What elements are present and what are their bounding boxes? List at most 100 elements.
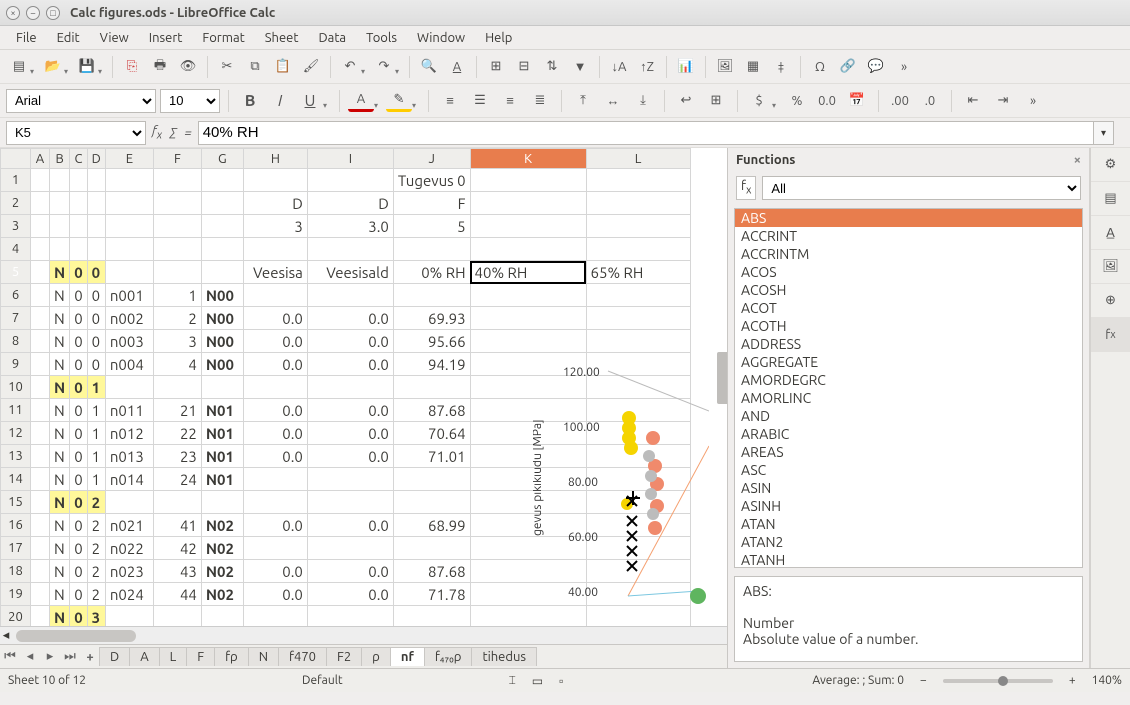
menu-insert[interactable]: Insert	[141, 29, 191, 47]
cell-I13[interactable]: 0.0	[307, 445, 393, 468]
cell-J1[interactable]: Tugevus 0	[393, 169, 470, 192]
cell-K3[interactable]	[470, 215, 586, 238]
cell-L20[interactable]	[586, 606, 690, 627]
fn-item-asinh[interactable]: ASINH	[735, 497, 1082, 515]
new-doc-button[interactable]: ▤	[6, 54, 32, 80]
selection-mode-icon[interactable]: ▭	[532, 674, 543, 688]
menu-file[interactable]: File	[8, 29, 45, 47]
cell-E7[interactable]: n002	[105, 307, 153, 330]
spreadsheet-grid[interactable]: ABCDEFGHIJKL1Tugevus 02DDF333.0545N00Vee…	[0, 148, 691, 626]
row-header-10[interactable]: 10	[1, 376, 31, 399]
cell-I2[interactable]: D	[307, 192, 393, 215]
cell-L14[interactable]	[586, 468, 690, 491]
valign-mid-button[interactable]: ↔	[600, 88, 626, 114]
sheet-tab-fρ[interactable]: fρ	[214, 647, 249, 666]
cell-C15[interactable]: 0	[70, 491, 87, 514]
fmt-overflow-button[interactable]: »	[1020, 88, 1046, 114]
cell-D9[interactable]: 0	[87, 353, 105, 376]
cell-J14[interactable]	[393, 468, 470, 491]
menu-window[interactable]: Window	[409, 29, 473, 47]
cell-B20[interactable]: N	[50, 606, 70, 627]
find-button[interactable]: 🔍	[416, 54, 442, 80]
cell-G13[interactable]: N01	[201, 445, 243, 468]
cell-F9[interactable]: 4	[153, 353, 201, 376]
cell-I16[interactable]: 0.0	[307, 514, 393, 537]
align-justify-button[interactable]: ≣	[527, 88, 553, 114]
cell-H6[interactable]	[243, 284, 307, 307]
cell-G18[interactable]: N02	[201, 560, 243, 583]
row-header-1[interactable]: 1	[1, 169, 31, 192]
cell-D4[interactable]	[87, 238, 105, 261]
indent-dec-button[interactable]: ⇤	[960, 88, 986, 114]
cell-C7[interactable]: 0	[70, 307, 87, 330]
wrap-button[interactable]: ↩	[673, 88, 699, 114]
cell-J3[interactable]: 5	[393, 215, 470, 238]
cell-D18[interactable]: 2	[87, 560, 105, 583]
cell-B8[interactable]: N	[50, 330, 70, 353]
cell-H18[interactable]: 0.0	[243, 560, 307, 583]
cell-L16[interactable]	[586, 514, 690, 537]
cell-C13[interactable]: 0	[70, 445, 87, 468]
col-header-B[interactable]: B	[50, 149, 70, 169]
tab-next-button[interactable]: ▸	[40, 649, 60, 664]
row-header-3[interactable]: 3	[1, 215, 31, 238]
tab-prev-button[interactable]: ◂	[20, 649, 40, 664]
cell-C9[interactable]: 0	[70, 353, 87, 376]
number-format-button[interactable]: 0.0	[814, 88, 840, 114]
cell-B4[interactable]	[50, 238, 70, 261]
sheet-tab-F2[interactable]: F2	[326, 647, 362, 666]
sheet-tab-f470[interactable]: f470	[278, 647, 327, 666]
sidebar-functions-icon[interactable]: fx	[1091, 318, 1130, 352]
sidebar-properties-icon[interactable]: ▤	[1091, 182, 1130, 216]
indent-inc-button[interactable]: ⇥	[990, 88, 1016, 114]
cell-A12[interactable]	[31, 422, 50, 445]
export-pdf-button[interactable]: ⎘	[119, 54, 145, 80]
cell-E12[interactable]: n012	[105, 422, 153, 445]
cell-K10[interactable]	[470, 376, 586, 399]
sheet-tab-f₄₇₀ρ[interactable]: f₄₇₀ρ	[424, 647, 473, 666]
cell-I4[interactable]	[307, 238, 393, 261]
sheet-tab-ρ[interactable]: ρ	[361, 647, 391, 666]
cell-A20[interactable]	[31, 606, 50, 627]
zoom-in-button[interactable]: +	[1069, 674, 1076, 687]
cell-J10[interactable]	[393, 376, 470, 399]
toolbar-overflow-button[interactable]: »	[891, 54, 917, 80]
sum-button[interactable]: ∑	[170, 126, 176, 140]
cell-E16[interactable]: n021	[105, 514, 153, 537]
cell-D2[interactable]	[87, 192, 105, 215]
cell-F14[interactable]: 24	[153, 468, 201, 491]
col-header-H[interactable]: H	[243, 149, 307, 169]
row-header-11[interactable]: 11	[1, 399, 31, 422]
cell-G12[interactable]: N01	[201, 422, 243, 445]
cell-A13[interactable]	[31, 445, 50, 468]
undo-button[interactable]: ↶	[337, 54, 363, 80]
sheet-tab-N[interactable]: N	[248, 647, 279, 666]
zoom-slider[interactable]	[943, 679, 1053, 683]
zoom-out-button[interactable]: −	[920, 674, 927, 687]
cell-H10[interactable]	[243, 376, 307, 399]
cell-K11[interactable]	[470, 399, 586, 422]
insert-chart-button[interactable]: 📊	[673, 54, 699, 80]
cell-A11[interactable]	[31, 399, 50, 422]
print-preview-button[interactable]: 👁	[175, 54, 201, 80]
col-header-I[interactable]: I	[307, 149, 393, 169]
cell-A14[interactable]	[31, 468, 50, 491]
cell-C16[interactable]: 0	[70, 514, 87, 537]
cell-D1[interactable]	[87, 169, 105, 192]
font-name-combo[interactable]: Arial	[6, 89, 156, 113]
fn-item-arabic[interactable]: ARABIC	[735, 425, 1082, 443]
cell-A6[interactable]	[31, 284, 50, 307]
cell-K17[interactable]	[470, 537, 586, 560]
row-header-8[interactable]: 8	[1, 330, 31, 353]
fn-item-atanh[interactable]: ATANH	[735, 551, 1082, 568]
cell-C1[interactable]	[70, 169, 87, 192]
cell-I7[interactable]: 0.0	[307, 307, 393, 330]
cell-L15[interactable]	[586, 491, 690, 514]
merge-button[interactable]: ⊞	[703, 88, 729, 114]
cell-B10[interactable]: N	[50, 376, 70, 399]
cell-C6[interactable]: 0	[70, 284, 87, 307]
cell-H9[interactable]: 0.0	[243, 353, 307, 376]
row-header-19[interactable]: 19	[1, 583, 31, 606]
cell-D10[interactable]: 1	[87, 376, 105, 399]
cell-E6[interactable]: n001	[105, 284, 153, 307]
